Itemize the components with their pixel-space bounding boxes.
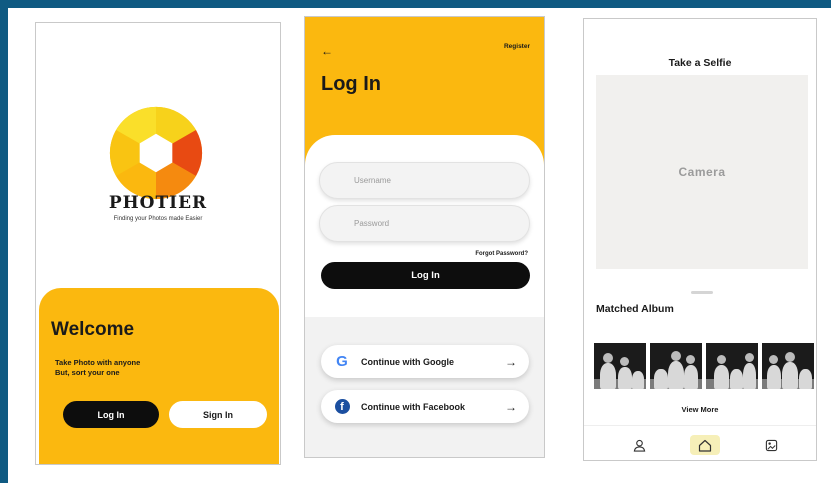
bottom-nav <box>584 425 816 460</box>
subtitle-line-1: Take Photo with anyone <box>55 358 141 367</box>
album-photo[interactable] <box>594 343 646 389</box>
splash-screen: PHOTIER Finding your Photos made Easier … <box>35 22 281 465</box>
album-photo[interactable] <box>650 343 702 389</box>
login-submit-button[interactable]: Log In <box>321 262 530 289</box>
continue-facebook-button[interactable]: f Continue with Facebook → <box>321 390 529 423</box>
selfie-screen: Take a Selfie Camera Matched Album View … <box>583 18 817 461</box>
back-arrow-icon[interactable]: ← <box>321 44 333 58</box>
frame-border-left <box>0 0 8 483</box>
album-photo[interactable] <box>706 343 758 389</box>
brand-name: PHOTIER <box>108 193 208 213</box>
nav-album-button[interactable] <box>758 435 784 455</box>
matched-album-sheet: Matched Album View More <box>584 285 816 425</box>
welcome-title: Welcome <box>51 319 135 340</box>
social-login-section: G Continue with Google → f Continue with… <box>305 317 544 457</box>
signin-button[interactable]: Sign In <box>169 401 267 428</box>
arrow-right-icon: → <box>505 354 517 369</box>
view-more-link[interactable]: View More <box>584 405 816 414</box>
facebook-button-label: Continue with Facebook <box>361 401 466 412</box>
arrow-right-icon: → <box>505 399 517 414</box>
page-title: Take a Selfie <box>668 57 732 69</box>
google-button-label: Continue with Google <box>361 356 454 367</box>
aperture-logo-icon <box>109 106 203 200</box>
password-field[interactable]: Password <box>319 205 530 242</box>
welcome-subtitle: Take Photo with anyone But, sort your on… <box>55 358 140 378</box>
album-thumbnails <box>594 343 814 389</box>
login-button[interactable]: Log In <box>63 401 159 428</box>
brand-tagline: Finding your Photos made Easier <box>113 216 203 222</box>
register-link[interactable]: Register <box>504 43 530 50</box>
album-icon <box>765 439 777 451</box>
camera-preview[interactable]: Camera <box>596 75 808 269</box>
login-screen: ← Register Log In Username Password Forg… <box>304 16 545 458</box>
forgot-password-link[interactable]: Forgot Password? <box>475 251 528 257</box>
album-photo[interactable] <box>762 343 814 389</box>
user-icon <box>633 439 645 452</box>
sheet-drag-handle[interactable] <box>691 291 713 294</box>
frame-border-top <box>0 0 831 8</box>
continue-google-button[interactable]: G Continue with Google → <box>321 345 529 378</box>
home-icon <box>698 439 712 452</box>
page-title: Log In <box>321 73 381 95</box>
welcome-panel: Welcome Take Photo with anyone But, sort… <box>39 288 279 464</box>
subtitle-line-2: But, sort your one <box>55 368 120 377</box>
google-icon: G <box>336 353 348 370</box>
nav-home-button[interactable] <box>690 435 720 455</box>
nav-profile-button[interactable] <box>626 435 652 455</box>
facebook-icon: f <box>331 399 353 414</box>
matched-album-title: Matched Album <box>596 303 674 315</box>
login-form-card: Username Password Forgot Password? Log I… <box>305 135 544 325</box>
username-field[interactable]: Username <box>319 162 530 199</box>
